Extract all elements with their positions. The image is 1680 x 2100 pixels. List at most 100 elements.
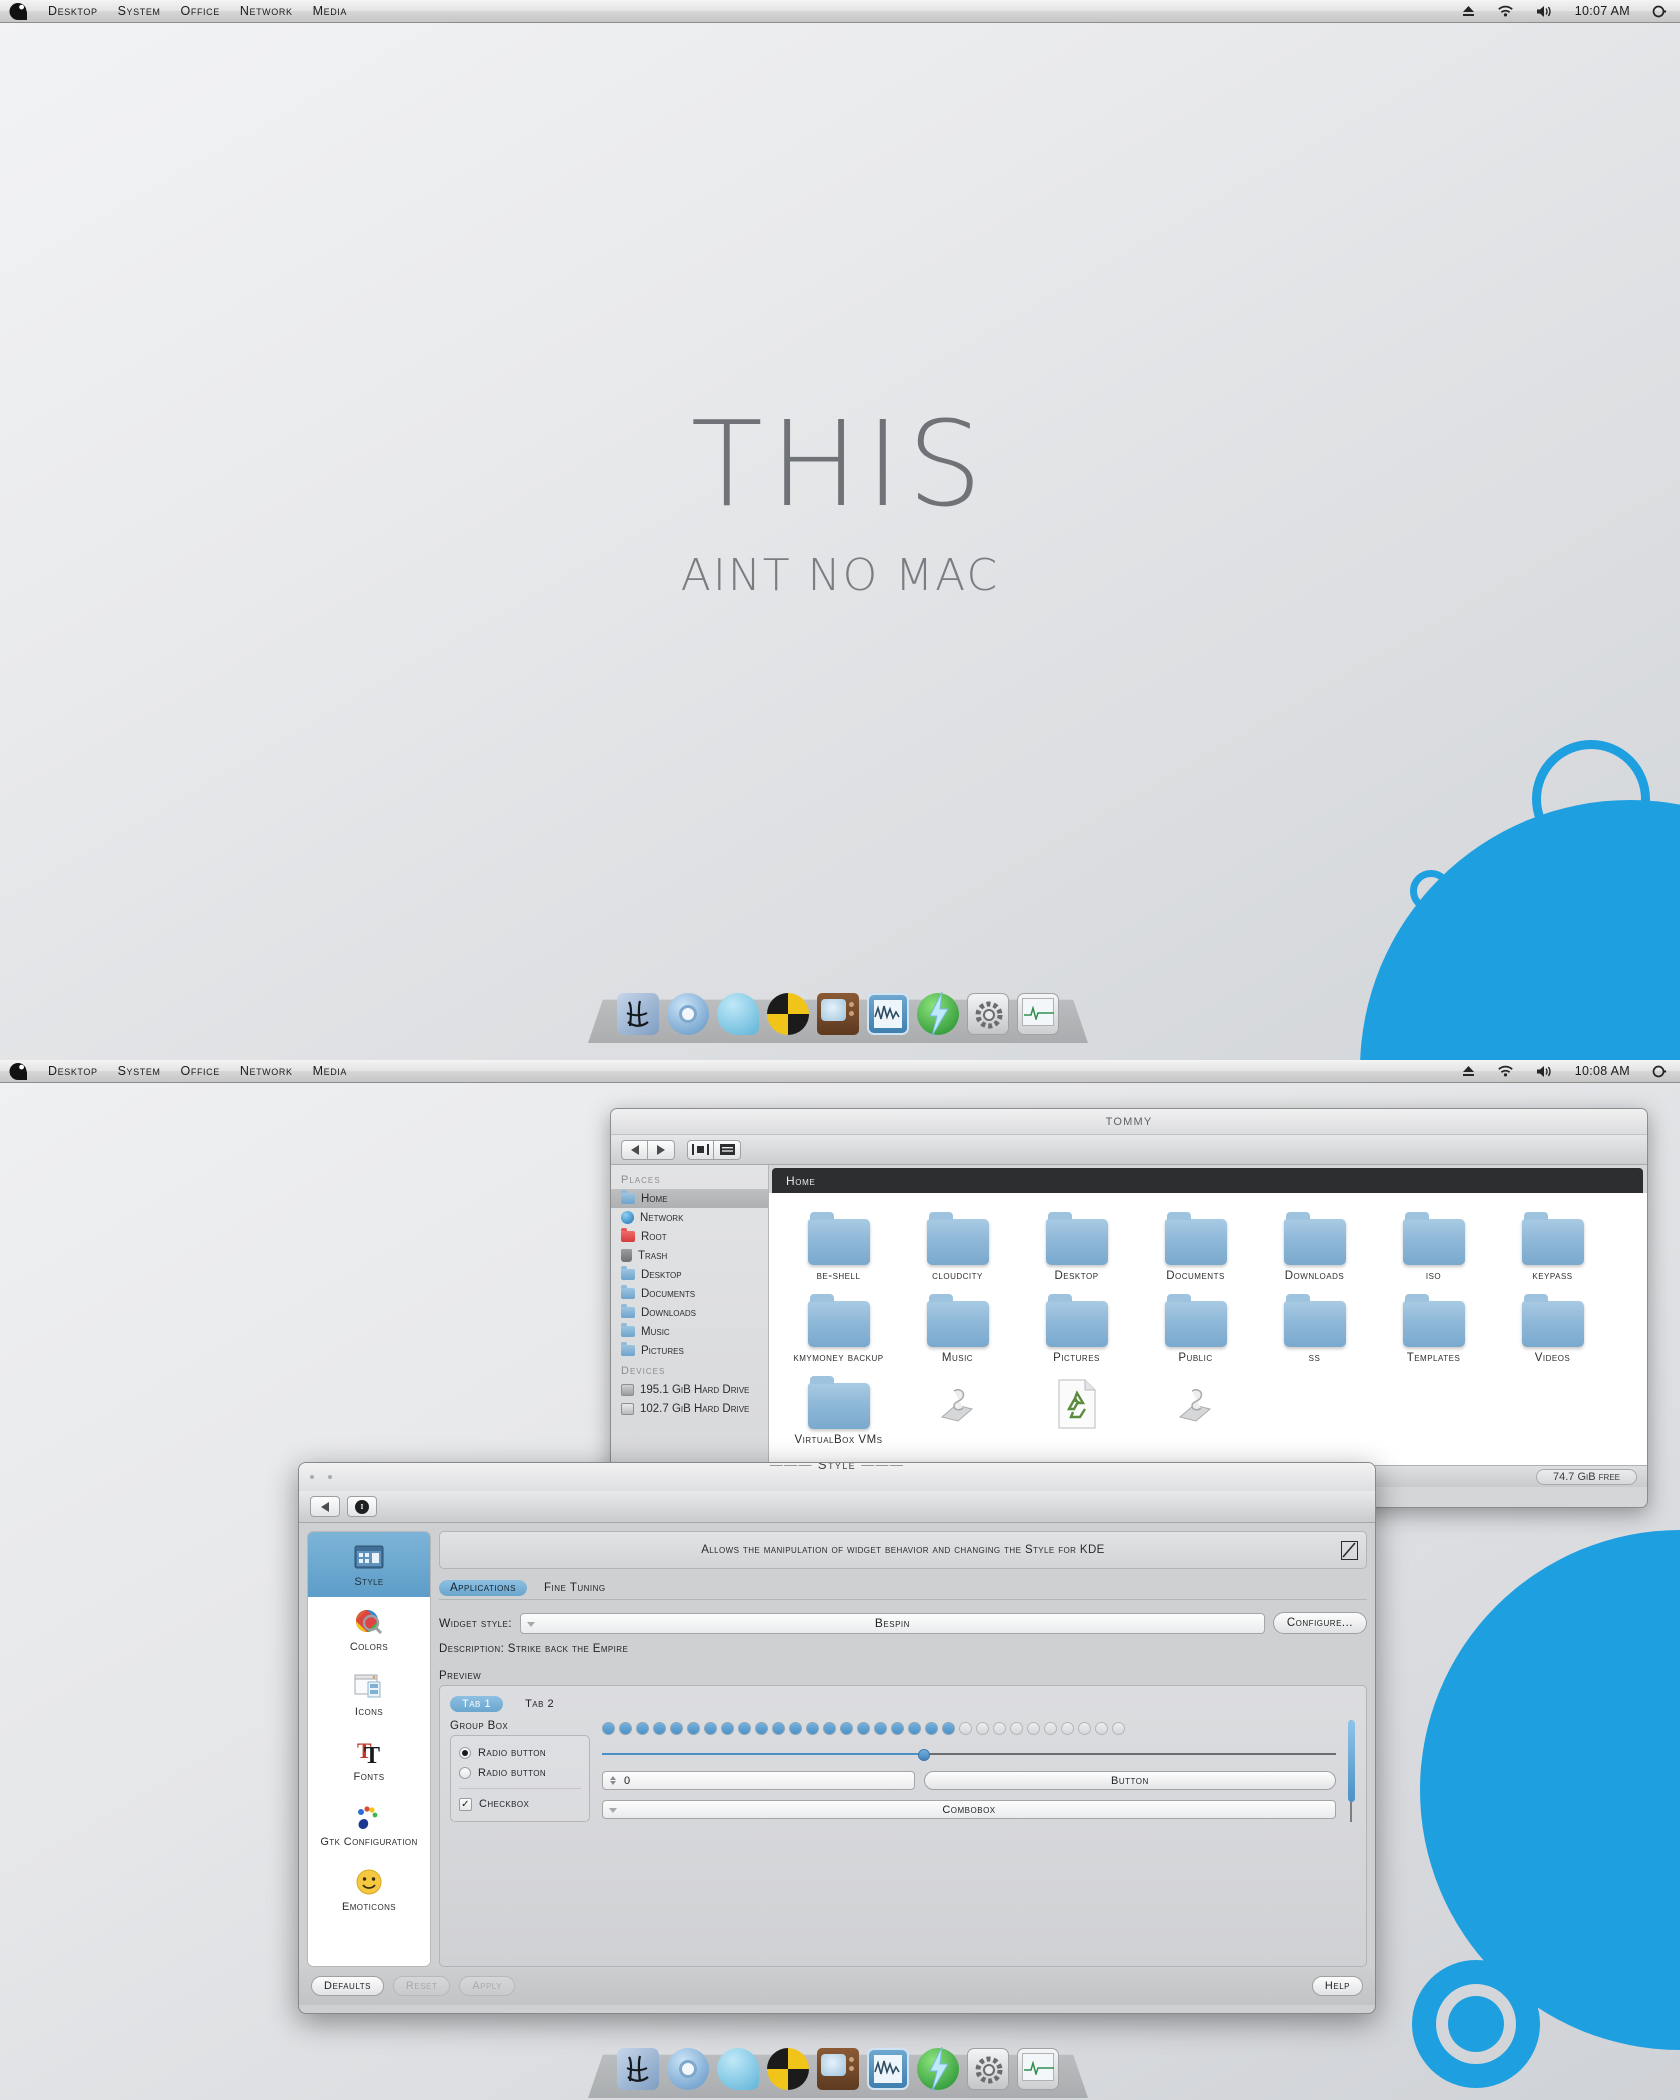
sidebar-item-style[interactable]: Style <box>308 1532 430 1597</box>
dock-item-audio-editor[interactable] <box>867 993 909 1035</box>
file-item[interactable] <box>1136 1373 1255 1447</box>
window-dot-1[interactable] <box>310 1475 314 1479</box>
file-item[interactable]: Downloads <box>1255 1209 1374 1283</box>
sidebar-item-downloads[interactable]: Downloads <box>611 1303 768 1322</box>
radio-row-1[interactable]: Radio button <box>459 1743 581 1763</box>
menu-network[interactable]: Network <box>240 4 293 18</box>
file-item[interactable]: cloudcity <box>898 1209 1017 1283</box>
sidebar-item-network[interactable]: Network <box>611 1208 768 1227</box>
forward-arrow-icon[interactable] <box>648 1139 675 1160</box>
sidebar-item-home[interactable]: Home <box>611 1189 768 1208</box>
file-item[interactable]: Pictures <box>1017 1291 1136 1365</box>
preview-button[interactable]: Button <box>923 1771 1336 1790</box>
sidebar-item-trash[interactable]: Trash <box>611 1246 768 1265</box>
dock-item-chrome-2[interactable] <box>667 2048 709 2090</box>
menu2-desktop[interactable]: Desktop <box>48 1064 98 1078</box>
sidebar-item-icons[interactable]: Icons <box>308 1662 430 1727</box>
volume-icon[interactable] <box>1536 5 1553 18</box>
file-item[interactable]: VirtualBox VMs <box>779 1373 898 1447</box>
dock-item-chrome[interactable] <box>667 993 709 1035</box>
file-manager-titlebar[interactable]: TOMMY <box>611 1109 1647 1135</box>
dock-item-system-monitor[interactable] <box>1017 993 1059 1035</box>
file-item[interactable]: Desktop <box>1017 1209 1136 1283</box>
file-item[interactable]: Templates <box>1374 1291 1493 1365</box>
pencil-edit-icon[interactable] <box>1341 1541 1358 1560</box>
sidebar-device-2[interactable]: 102.7 GiB Hard Drive <box>611 1399 768 1418</box>
dock-item-messenger[interactable] <box>717 993 759 1035</box>
file-item[interactable]: iso <box>1374 1209 1493 1283</box>
power-icon-2[interactable] <box>1652 1065 1667 1078</box>
defaults-button[interactable]: Defaults <box>311 1976 384 1996</box>
configure-button[interactable]: Configure... <box>1272 1612 1367 1634</box>
radio-button-2[interactable] <box>459 1767 471 1779</box>
sidebar-item-desktop[interactable]: Desktop <box>611 1265 768 1284</box>
volume-icon-2[interactable] <box>1536 1065 1553 1078</box>
dock-item-messenger-2[interactable] <box>717 2048 759 2090</box>
tab-fine-tuning[interactable]: Fine Tuning <box>533 1580 617 1596</box>
system-logo-icon-2[interactable] <box>0 1062 36 1080</box>
dock-item-settings[interactable] <box>967 993 1009 1035</box>
dock-item-audio-editor-2[interactable] <box>867 2048 909 2090</box>
radio-row-2[interactable]: Radio button <box>459 1763 581 1783</box>
menu2-network[interactable]: Network <box>240 1064 293 1078</box>
menu-office[interactable]: Office <box>181 4 220 18</box>
preview-tab-2[interactable]: Tab 2 <box>513 1696 566 1712</box>
checkbox[interactable]: ✓ <box>459 1797 472 1811</box>
power-icon[interactable] <box>1652 5 1667 18</box>
file-item[interactable]: Documents <box>1136 1209 1255 1283</box>
dock-item-burn[interactable] <box>767 993 809 1035</box>
menu-icon[interactable] <box>714 1139 741 1160</box>
sidebar-device-1[interactable]: 195.1 GiB Hard Drive <box>611 1380 768 1399</box>
dock-item-burn-2[interactable] <box>767 2048 809 2090</box>
sidebar-item-documents[interactable]: Documents <box>611 1284 768 1303</box>
clock-bottom[interactable]: 10:08 AM <box>1575 1064 1630 1078</box>
wifi-icon[interactable] <box>1497 5 1514 18</box>
eject-icon[interactable] <box>1462 5 1475 17</box>
menu2-office[interactable]: Office <box>181 1064 220 1078</box>
menu-desktop[interactable]: Desktop <box>48 4 98 18</box>
apply-button[interactable]: Apply <box>459 1976 515 1996</box>
dock-item-settings-2[interactable] <box>967 2048 1009 2090</box>
file-item[interactable] <box>1017 1373 1136 1447</box>
clock-top[interactable]: 10:07 AM <box>1575 4 1630 18</box>
back-arrow-icon[interactable] <box>310 1496 340 1517</box>
preview-tab-1[interactable]: Tab 1 <box>450 1696 504 1712</box>
system-logo-icon[interactable] <box>0 2 36 20</box>
tab-applications[interactable]: Applications <box>439 1579 527 1596</box>
menu-system[interactable]: System <box>118 4 161 18</box>
menu-media[interactable]: Media <box>313 4 347 18</box>
sidebar-item-music[interactable]: Music <box>611 1322 768 1341</box>
window-dot-2[interactable] <box>328 1475 332 1479</box>
file-item[interactable] <box>898 1373 1017 1447</box>
reset-button[interactable]: Reset <box>392 1976 451 1996</box>
file-item[interactable]: ss <box>1255 1291 1374 1365</box>
style-window-titlebar[interactable]: ——— Style ——— <box>299 1463 1375 1491</box>
radio-button-1[interactable] <box>459 1747 471 1759</box>
checkbox-row[interactable]: ✓ Checkbox <box>459 1794 581 1814</box>
split-view-icon[interactable] <box>687 1139 714 1160</box>
sidebar-item-emoticons[interactable]: Emoticons <box>308 1857 430 1922</box>
eject-icon-2[interactable] <box>1462 1065 1475 1077</box>
menu2-system[interactable]: System <box>118 1064 161 1078</box>
horizontal-slider[interactable] <box>602 1749 1336 1761</box>
file-item[interactable]: be-shell <box>779 1209 898 1283</box>
sidebar-item-colors[interactable]: Colors <box>308 1597 430 1662</box>
file-item[interactable]: Public <box>1136 1291 1255 1365</box>
help-button[interactable]: Help <box>1311 1976 1363 1996</box>
dock-item-tv[interactable] <box>817 993 859 1035</box>
vertical-slider[interactable] <box>1346 1720 1356 1822</box>
slider-knob[interactable] <box>917 1749 930 1761</box>
sidebar-item-gtk-configuration[interactable]: Gtk Configuration <box>308 1792 430 1857</box>
wifi-icon-2[interactable] <box>1497 1065 1514 1078</box>
sidebar-item-root[interactable]: Root <box>611 1227 768 1246</box>
info-icon[interactable]: i <box>347 1496 377 1517</box>
widget-style-select[interactable]: Bespin <box>519 1612 1265 1634</box>
dock-item-tv-2[interactable] <box>817 2048 859 2090</box>
spinbox[interactable]: 0 <box>602 1771 915 1790</box>
dock-item-finder-2[interactable] <box>617 2048 659 2090</box>
preview-combobox[interactable]: Combobox <box>602 1800 1336 1819</box>
spinner-arrows-icon[interactable] <box>610 1776 616 1785</box>
file-item[interactable]: Music <box>898 1291 1017 1365</box>
dock-item-system-monitor-2[interactable] <box>1017 2048 1059 2090</box>
back-arrow-icon[interactable] <box>621 1139 648 1160</box>
